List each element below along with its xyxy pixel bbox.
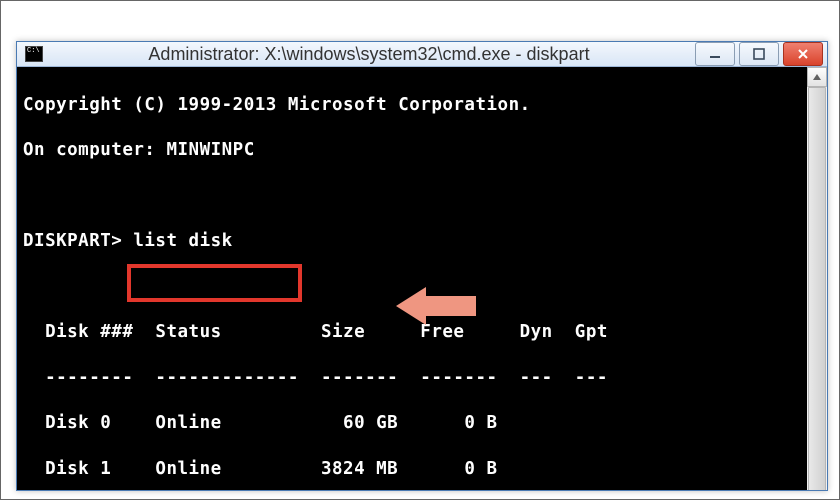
blank-line <box>23 185 801 208</box>
prompt: DISKPART> <box>23 231 133 251</box>
cmd-window: Administrator: X:\windows\system32\cmd.e… <box>16 41 828 491</box>
command-list-disk: list disk <box>133 231 232 251</box>
table-row: Disk 0 Online 60 GB 0 B <box>23 412 801 435</box>
table-header: Disk ### Status Size Free Dyn Gpt <box>23 321 801 344</box>
computer-line: On computer: MINWINPC <box>23 139 801 162</box>
scroll-up-button[interactable] <box>807 67 827 87</box>
vertical-scrollbar[interactable] <box>807 67 827 491</box>
scroll-thumb[interactable] <box>808 87 826 491</box>
titlebar[interactable]: Administrator: X:\windows\system32\cmd.e… <box>17 42 827 67</box>
window-title: Administrator: X:\windows\system32\cmd.e… <box>51 44 687 65</box>
content-area: Copyright (C) 1999-2013 Microsoft Corpor… <box>17 67 827 491</box>
table-divider: -------- ------------- ------- ------- -… <box>23 367 801 390</box>
copyright-line: Copyright (C) 1999-2013 Microsoft Corpor… <box>23 94 801 117</box>
minimize-button[interactable] <box>695 42 735 66</box>
scroll-track[interactable] <box>807 87 827 491</box>
blank-line <box>23 276 801 299</box>
table-row: Disk 1 Online 3824 MB 0 B <box>23 458 801 481</box>
cmd-icon <box>25 46 43 62</box>
window-controls <box>695 42 823 66</box>
terminal[interactable]: Copyright (C) 1999-2013 Microsoft Corpor… <box>17 67 807 491</box>
prompt-line-1: DISKPART> list disk <box>23 230 801 253</box>
maximize-button[interactable] <box>739 42 779 66</box>
close-button[interactable] <box>783 42 823 66</box>
